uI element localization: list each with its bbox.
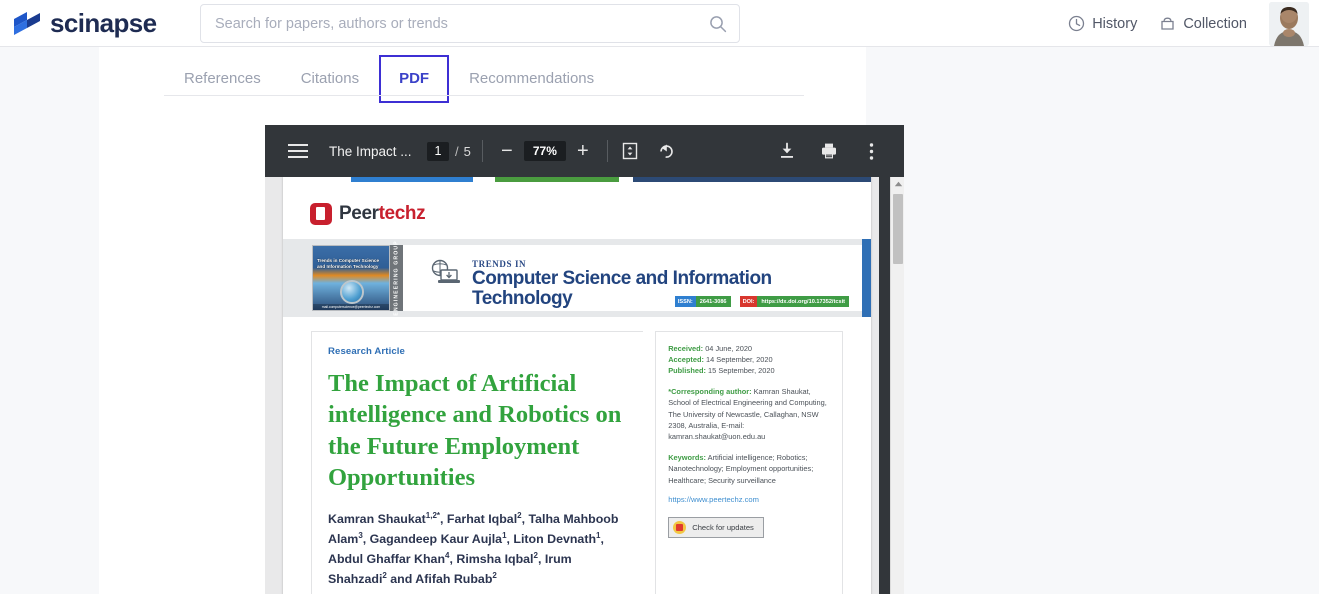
- check-for-updates-label: Check for updates: [692, 522, 754, 532]
- article-main-column: Research Article The Impact of Artificia…: [311, 331, 644, 594]
- download-icon[interactable]: [776, 140, 798, 162]
- article-meta-column: Received: 04 June, 2020 Accepted: 14 Sep…: [655, 331, 843, 594]
- article-dates: Received: 04 June, 2020 Accepted: 14 Sep…: [668, 344, 830, 377]
- zoom-level[interactable]: 77%: [523, 141, 566, 161]
- page-total: 5: [463, 143, 471, 159]
- content-panel: References Citations PDF Recommendations…: [99, 47, 904, 594]
- article-header-block: Research Article The Impact of Artificia…: [283, 317, 871, 594]
- top-bar-blue: [351, 177, 473, 182]
- check-for-updates-button[interactable]: Check for updates: [668, 516, 764, 538]
- published-value: 15 September, 2020: [706, 365, 775, 375]
- fit-to-page-icon[interactable]: [619, 140, 641, 162]
- journal-computer-icon: [429, 259, 463, 286]
- zoom-out-button[interactable]: −: [494, 141, 520, 161]
- crossmark-icon: [673, 520, 687, 534]
- zoom-in-button[interactable]: +: [570, 141, 596, 161]
- toolbar-divider-1: [481, 140, 483, 162]
- app-header: scinapse History: [0, 0, 1319, 47]
- received-line: Received: 04 June, 2020: [668, 344, 830, 355]
- history-label: History: [1092, 15, 1138, 32]
- accepted-value: 14 September, 2020: [703, 354, 773, 364]
- clock-icon: [1068, 15, 1085, 32]
- print-icon[interactable]: [818, 140, 840, 162]
- doi-badge[interactable]: DOI: https://dx.doi.org/10.17352/tcsit: [739, 296, 849, 307]
- rotate-icon[interactable]: [655, 140, 677, 162]
- collection-button[interactable]: Collection: [1159, 15, 1247, 32]
- doi-key: DOI:: [739, 296, 758, 307]
- cover-lens-graphic: [340, 280, 364, 304]
- tabs-divider: [164, 95, 804, 96]
- pdf-viewer: The Impact ... 1 / 5 − 77% + Peertechz T…: [265, 125, 904, 594]
- pdf-stage[interactable]: Peertechz Trends in Computer Science and…: [265, 177, 904, 594]
- history-button[interactable]: History: [1068, 15, 1137, 32]
- corresponding-author: *Corresponding author: Kamran Shaukat, S…: [668, 386, 830, 443]
- peertechz-logo-icon: Peertechz: [310, 203, 871, 225]
- pdf-scrollbar[interactable]: [890, 177, 904, 594]
- pdf-document-title: The Impact ...: [329, 143, 412, 159]
- article-keywords: Keywords: Artificial intelligence; Robot…: [668, 452, 830, 486]
- published-line: Published: 15 September, 2020: [668, 366, 830, 377]
- more-options-icon[interactable]: [860, 140, 882, 162]
- engineering-group-label: ENGINEERING GROUP: [390, 240, 403, 316]
- peertechz-mark-icon: [310, 203, 332, 225]
- search-bar[interactable]: [200, 4, 740, 43]
- issn-value: 2641-3086: [695, 296, 731, 307]
- journal-banner: Trends in Computer Science and Informati…: [283, 239, 871, 317]
- toolbar-divider-2: [606, 140, 608, 162]
- article-title: The Impact of Artificial intelligence an…: [328, 370, 622, 492]
- top-bar-green: [495, 177, 619, 182]
- hamburger-menu-icon[interactable]: [287, 140, 309, 162]
- search-input[interactable]: [215, 15, 709, 32]
- banner-accent-bar: [862, 239, 871, 317]
- journal-banner-main: TRENDS IN Computer Science and Informati…: [403, 245, 871, 311]
- journal-cover-email: mail.computerscience@peertechz.com: [313, 304, 389, 310]
- page-top-color-bars: [283, 177, 871, 182]
- corresponding-key: *Corresponding author:: [668, 386, 752, 396]
- archive-box-icon: [1159, 15, 1176, 32]
- brand-name: scinapse: [50, 8, 157, 38]
- publisher-name-part1: Peer: [339, 203, 379, 224]
- journal-cover-title: Trends in Computer Science and Informati…: [317, 258, 380, 270]
- publisher-name-part2: techz: [378, 203, 426, 224]
- accepted-line: Accepted: 14 September, 2020: [668, 355, 830, 366]
- scroll-thumb[interactable]: [893, 194, 903, 264]
- journal-cover-image: Trends in Computer Science and Informati…: [312, 245, 390, 311]
- received-key: Received:: [668, 344, 704, 353]
- publisher-logo-row: Peertechz: [283, 177, 871, 239]
- issn-badge: ISSN: 2641-3086: [674, 296, 731, 307]
- accepted-key: Accepted:: [668, 354, 704, 364]
- journal-identifier-badges: ISSN: 2641-3086 DOI: https://dx.doi.org/…: [674, 296, 849, 307]
- scinapse-logo-icon: [12, 10, 42, 36]
- scroll-up-arrow-icon[interactable]: [891, 177, 904, 191]
- doi-value: https://dx.doi.org/10.17352/tcsit: [757, 296, 849, 307]
- pdf-stage-right-edge: [879, 177, 890, 594]
- pdf-page-1: Peertechz Trends in Computer Science and…: [283, 177, 871, 594]
- issn-key: ISSN:: [674, 296, 696, 307]
- header-actions: History Collection: [1068, 0, 1309, 47]
- brand-logo[interactable]: scinapse: [12, 10, 184, 36]
- article-type-label: Research Article: [328, 346, 405, 357]
- keywords-key: Keywords:: [668, 452, 707, 462]
- search-icon[interactable]: [709, 15, 727, 33]
- page-number-input[interactable]: 1: [427, 141, 449, 161]
- avatar[interactable]: [1269, 1, 1309, 46]
- article-authors: Kamran Shaukat1,2*, Farhat Iqbal2, Talha…: [328, 511, 619, 586]
- published-key: Published:: [668, 365, 706, 375]
- pdf-toolbar: The Impact ... 1 / 5 − 77% +: [265, 125, 904, 177]
- page-separator: /: [455, 143, 459, 159]
- publisher-url-link[interactable]: https://www.peertechz.com: [668, 495, 830, 504]
- top-bar-navy: [633, 177, 871, 182]
- received-value: 04 June, 2020: [703, 344, 753, 353]
- collection-label: Collection: [1183, 15, 1247, 32]
